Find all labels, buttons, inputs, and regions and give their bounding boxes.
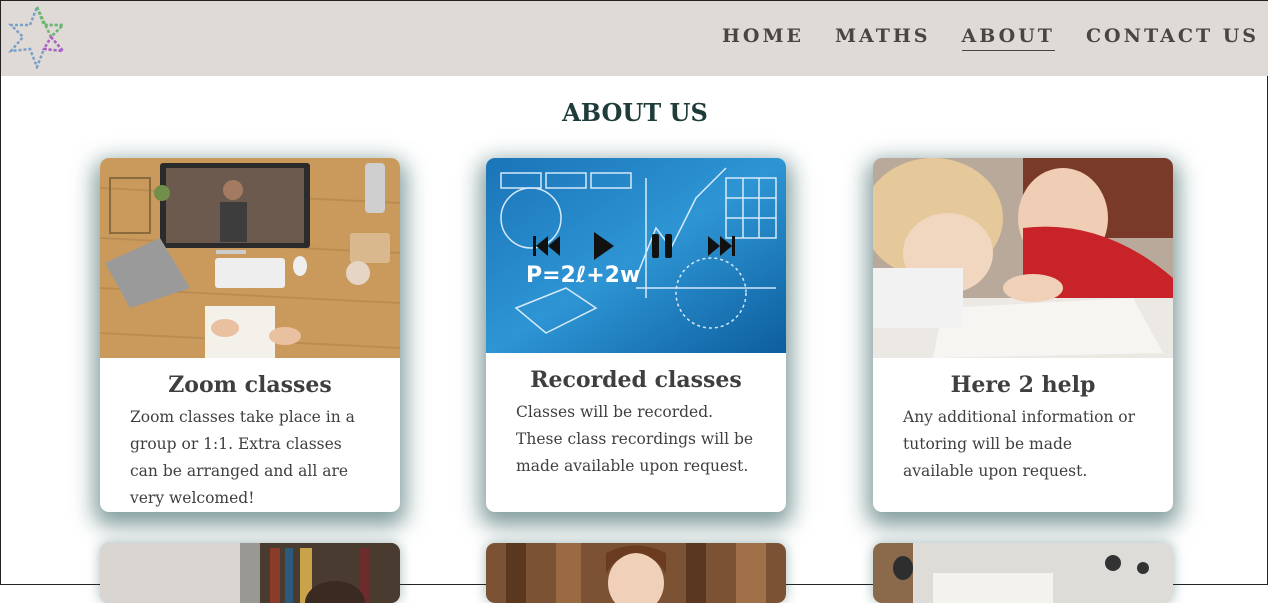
navbar: HOME MATHS ABOUT CONTACT US (1, 1, 1268, 76)
star-logo-icon[interactable] (7, 5, 67, 69)
nav-contact[interactable]: CONTACT US (1086, 25, 1259, 51)
nav-maths[interactable]: MATHS (835, 25, 931, 51)
formula-text: P=2ℓ+2w (526, 263, 640, 288)
math-formulas-image: P=2ℓ+2w (486, 158, 786, 353)
card-zoom-classes: Zoom classes Zoom classes take place in … (100, 158, 400, 512)
card-here-2-help: Here 2 help Any additional information o… (873, 158, 1173, 512)
card-title: Zoom classes (168, 372, 332, 398)
card-title: Recorded classes (530, 367, 742, 393)
card-row2-1-image (100, 543, 400, 603)
nav-home[interactable]: HOME (722, 25, 804, 51)
nav-about[interactable]: ABOUT (961, 25, 1055, 51)
card-row2-2-image (486, 543, 786, 603)
studying-people-image (873, 158, 1173, 358)
card-title: Here 2 help (950, 372, 1096, 398)
card-text: Zoom classes take place in a group or 1:… (130, 408, 355, 507)
nav-links: HOME MATHS ABOUT CONTACT US (691, 25, 1259, 51)
page-title: ABOUT US (562, 98, 708, 127)
card-recorded-classes: P=2ℓ+2w Recorded classes Classes will be… (486, 158, 786, 512)
desk-laptop-image (100, 158, 400, 358)
card-text: Any additional information or tutoring w… (903, 408, 1136, 480)
card-row2-3-image (873, 543, 1173, 603)
card-text: Classes will be recorded. These class re… (516, 403, 754, 475)
